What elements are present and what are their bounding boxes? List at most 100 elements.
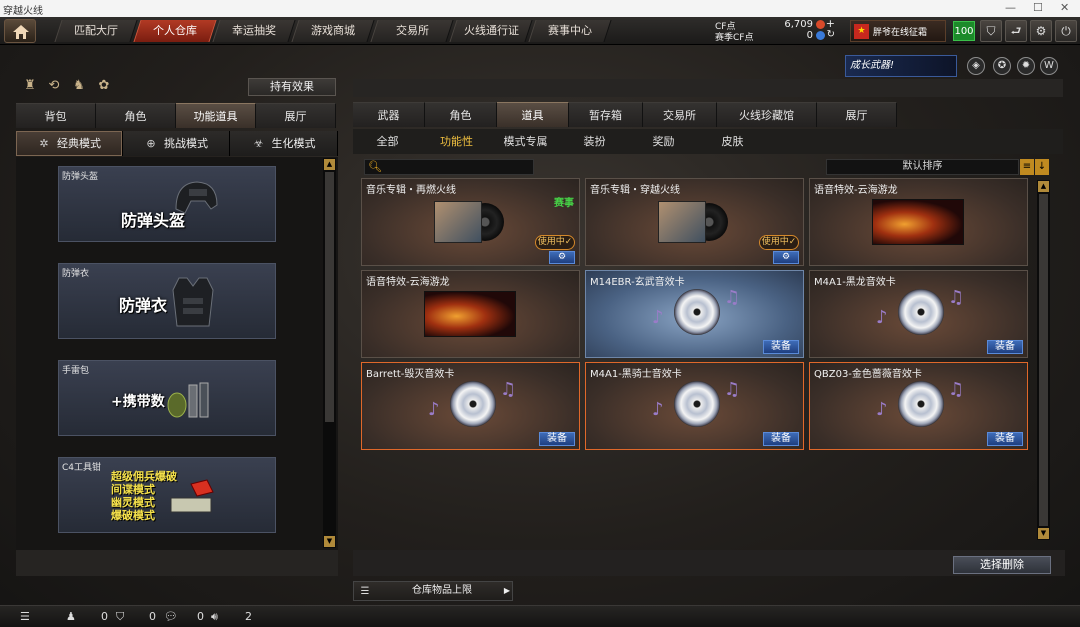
- scroll-down-icon[interactable]: ▼: [1038, 528, 1049, 539]
- capacity-bar[interactable]: ☰ 仓库物品上限 ▶: [353, 581, 513, 601]
- item-card[interactable]: 语音特效-云海游龙: [361, 270, 580, 358]
- back-button[interactable]: ⮐: [1005, 20, 1027, 42]
- right-tab-6[interactable]: 展厅: [817, 102, 897, 127]
- left-scrollbar[interactable]: ▲ ▼: [323, 158, 336, 548]
- sub-tab-1[interactable]: 功能性: [422, 129, 491, 154]
- item-card[interactable]: 音乐专辑・穿越火线 使用中✓ ⚙: [585, 178, 804, 266]
- category-grenade-pack[interactable]: 手雷包 +携带数: [58, 360, 276, 436]
- equip-button[interactable]: 装备: [987, 340, 1023, 354]
- minimize-icon[interactable]: —: [1005, 1, 1016, 14]
- right-tab-3[interactable]: 暂存箱: [569, 102, 643, 127]
- sub-tab-4[interactable]: 奖励: [629, 129, 698, 154]
- right-tab-2[interactable]: 道具: [497, 102, 569, 127]
- sub-tab-0[interactable]: 全部: [353, 129, 422, 154]
- friends-count: 0: [101, 610, 108, 623]
- category-caption: C4工具钳: [62, 463, 102, 473]
- category-armor[interactable]: 防弹衣 防弹衣: [58, 263, 276, 339]
- item-card[interactable]: M4A1-黑骑士音效卡 ♪ ♫ 装备: [585, 362, 804, 450]
- user-icon[interactable]: ♞: [71, 78, 87, 94]
- item-name: Barrett-毁灭音效卡: [366, 369, 455, 380]
- nav-tab-5[interactable]: 火线通行证: [449, 20, 533, 42]
- scroll-up-icon[interactable]: ▲: [1038, 181, 1049, 192]
- shield-button[interactable]: ⛉: [980, 20, 1002, 42]
- mode-tab-1[interactable]: ⊕ 挑战模式: [123, 131, 230, 156]
- equip-button[interactable]: 装备: [539, 432, 575, 446]
- item-settings-button[interactable]: ⚙: [549, 251, 575, 264]
- category-c4-pliers[interactable]: C4工具钳 超级佣兵爆破 间谍模式 幽灵模式 爆破模式: [58, 457, 276, 533]
- match-tag: 赛事: [554, 198, 574, 209]
- item-settings-button[interactable]: ⚙: [773, 251, 799, 264]
- volume-icon[interactable]: 🔊︎: [211, 610, 218, 624]
- equip-button[interactable]: 装备: [763, 340, 799, 354]
- item-card[interactable]: 音乐专辑・再燃火线 赛事 使用中✓ ⚙: [361, 178, 580, 266]
- nav-tab-2[interactable]: 幸运抽奖: [212, 20, 296, 42]
- left-tab-bar: 背包 角色 功能道具 展厅: [16, 103, 336, 128]
- left-tab-0[interactable]: 背包: [16, 103, 96, 128]
- sub-tab-bar: 全部 功能性 模式专属 装扮 奖励 皮肤: [353, 129, 1063, 154]
- refresh-icon[interactable]: ⟲: [46, 78, 62, 94]
- mode-tab-0[interactable]: ✲ 经典模式: [16, 131, 123, 156]
- left-tab-2[interactable]: 功能道具: [176, 103, 256, 128]
- search-input[interactable]: 🔍︎: [364, 159, 534, 175]
- close-icon[interactable]: ✕: [1060, 1, 1069, 14]
- right-tab-4[interactable]: 交易所: [643, 102, 717, 127]
- item-card[interactable]: M4A1-黑龙音效卡 ♪ ♫ 装备: [809, 270, 1028, 358]
- scroll-up-icon[interactable]: ▲: [324, 159, 335, 170]
- category-helmet[interactable]: 防弹头盔 防弹头盔: [58, 166, 276, 242]
- right-tab-0[interactable]: 武器: [353, 102, 425, 127]
- hold-effect-button[interactable]: 持有效果: [248, 78, 336, 96]
- chat-icon[interactable]: 💬︎: [164, 610, 178, 623]
- stats-icon[interactable]: ♜: [22, 78, 38, 94]
- refresh-icon[interactable]: ↻: [827, 29, 835, 40]
- list-view-icon[interactable]: ≡: [1020, 159, 1034, 175]
- nav-tab-0[interactable]: 匹配大厅: [54, 20, 138, 42]
- sort-dropdown[interactable]: 默认排序: [826, 159, 1019, 175]
- sort-order-icon[interactable]: ↓: [1035, 159, 1049, 175]
- team-shield-icon[interactable]: ⛉: [116, 610, 124, 624]
- growth-weapon-banner[interactable]: 成长武器!: [845, 55, 957, 77]
- team-icon[interactable]: ✪: [993, 57, 1011, 75]
- nav-tab-label: 匹配大厅: [74, 24, 118, 37]
- scroll-thumb[interactable]: [1039, 194, 1048, 526]
- user-badge[interactable]: ★ 胖爷在线征霜: [850, 20, 946, 42]
- select-delete-button[interactable]: 选择删除: [953, 556, 1051, 574]
- left-tab-1[interactable]: 角色: [96, 103, 176, 128]
- nav-tab-3[interactable]: 游戏商城: [291, 20, 375, 42]
- settings-button[interactable]: ⚙: [1030, 20, 1052, 42]
- home-button[interactable]: [4, 19, 36, 43]
- rank-icon[interactable]: ✹: [1017, 57, 1035, 75]
- equip-button[interactable]: 装备: [987, 432, 1023, 446]
- left-tab-3[interactable]: 展厅: [256, 103, 336, 128]
- item-card[interactable]: Barrett-毁灭音效卡 ♪ ♫ 装备: [361, 362, 580, 450]
- gear-icon: ⚙: [1035, 24, 1047, 38]
- exit-button[interactable]: ⏻: [1055, 20, 1077, 42]
- item-card[interactable]: M14EBR-玄武音效卡 ♪ ♫ 装备: [585, 270, 804, 358]
- scroll-thumb[interactable]: [325, 172, 334, 422]
- maximize-icon[interactable]: ☐: [1033, 1, 1043, 14]
- nav-tab-6[interactable]: 赛事中心: [528, 20, 612, 42]
- nav-tab-4[interactable]: 交易所: [370, 20, 454, 42]
- right-scrollbar[interactable]: ▲ ▼: [1037, 180, 1050, 540]
- sub-tab-5[interactable]: 皮肤: [698, 129, 767, 154]
- sub-tab-2[interactable]: 模式专属: [491, 129, 560, 154]
- music-note-icon: ♪: [876, 399, 888, 420]
- medal-icon[interactable]: ◈: [967, 57, 985, 75]
- dragon-voice-effect-icon: [872, 199, 964, 245]
- right-tab-1[interactable]: 角色: [425, 102, 497, 127]
- item-card[interactable]: 语音特效-云海游龙: [809, 178, 1028, 266]
- equip-button[interactable]: 装备: [763, 432, 799, 446]
- mode-tab-2[interactable]: ☣ 生化模式: [230, 131, 338, 156]
- item-card[interactable]: QBZ03-金色蔷薇音效卡 ♪ ♫ 装备: [809, 362, 1028, 450]
- left-footer: [16, 550, 338, 576]
- right-tab-5[interactable]: 火线珍藏馆: [717, 102, 817, 127]
- grenade-icon[interactable]: ✿: [96, 78, 112, 94]
- item-name: 语音特效-云海游龙: [814, 185, 898, 196]
- vip-icon[interactable]: W: [1040, 57, 1058, 75]
- user-name: 胖爷在线征霜: [873, 28, 928, 38]
- sub-tab-3[interactable]: 装扮: [560, 129, 629, 154]
- scroll-down-icon[interactable]: ▼: [324, 536, 335, 547]
- item-name: M4A1-黑龙音效卡: [814, 277, 896, 288]
- friends-icon[interactable]: ♟: [66, 610, 76, 623]
- nav-tab-1[interactable]: 个人仓库: [133, 20, 217, 42]
- menu-icon[interactable]: ☰: [20, 610, 30, 623]
